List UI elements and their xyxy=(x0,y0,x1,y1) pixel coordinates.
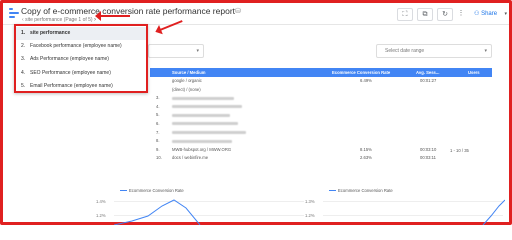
page-menu-item-number: 5. xyxy=(21,82,26,89)
open-in-new-icon[interactable]: ⧉ xyxy=(417,8,433,21)
page-menu-item[interactable]: 5. Email Performance (employee name) xyxy=(16,80,146,93)
row-number: 4. xyxy=(156,103,160,109)
page-menu-item-label: site performance xyxy=(30,30,71,36)
refresh-icon[interactable]: ↻ xyxy=(437,8,453,21)
cell-source-medium: (direct) / (none) xyxy=(172,86,201,92)
cell-conversion-rate: 8.15% xyxy=(360,146,372,152)
date-range-picker[interactable]: Select date range ▾ xyxy=(376,44,492,58)
table-row[interactable]: 5. xyxy=(150,111,492,120)
page-menu-item[interactable]: 4. SEO Performance (employee name) xyxy=(16,67,146,80)
conversion-rate-chart-right: Ecommerce Conversion Rate 1.3% 1.2% xyxy=(305,188,505,225)
more-vert-icon[interactable]: ⋮ xyxy=(455,8,467,21)
drive-icon[interactable]: ⛁ xyxy=(235,7,241,15)
page-menu-item-label: SEO Performance (employee name) xyxy=(30,69,111,76)
fullscreen-icon[interactable]: ⛶ xyxy=(397,8,413,21)
conversion-rate-chart-left: Ecommerce Conversion Rate 1.4% 1.2% xyxy=(96,188,306,225)
series-line xyxy=(482,199,505,225)
dropdown-caret-icon: ▾ xyxy=(196,48,199,54)
share-button[interactable]: ⚇ Share ▾ xyxy=(471,8,507,21)
annotation-arrow xyxy=(95,11,130,21)
legend-line-icon xyxy=(120,190,127,192)
y-tick: 1.3% xyxy=(305,199,315,204)
table-row[interactable]: 9. MWB-hubspot.org / MWW.ORG 8.15% 00:03:10 xyxy=(150,146,492,155)
page-menu-item-label: Facebook performance (employee name) xyxy=(30,43,122,50)
row-number: 9. xyxy=(156,146,160,152)
legend-label: Ecommerce Conversion Rate xyxy=(129,188,184,193)
report-header: Copy of e-commerce conversion rate perfo… xyxy=(3,3,509,25)
redacted-cell xyxy=(172,120,238,129)
cell-source-medium: google / organic xyxy=(172,78,202,83)
table-row[interactable]: 10. docs / webinfire.me 2.63% 00:03:11 xyxy=(150,154,492,163)
table-row[interactable]: 8. xyxy=(150,137,492,146)
page-menu-item-number: 2. xyxy=(21,43,26,50)
table-row[interactable]: 6. xyxy=(150,120,492,129)
table-row[interactable]: (direct) / (none) xyxy=(150,86,492,95)
person-add-icon: ⚇ xyxy=(474,11,480,17)
row-number: 6. xyxy=(156,120,160,126)
page-selector-menu: 1. site performance 2. Facebook performance… xyxy=(14,24,148,93)
cell-avg-session: 00:03:10 xyxy=(420,146,437,152)
page-menu-item-number: 4. xyxy=(21,69,26,76)
redacted-cell xyxy=(172,137,232,146)
y-tick: 1.2% xyxy=(96,213,106,218)
page-menu-item[interactable]: 2. Facebook performance (employee name) xyxy=(16,40,146,53)
row-number: 10. xyxy=(156,155,162,161)
page-menu-item-label: Ads Performance (employee name) xyxy=(30,56,109,63)
cell-source-medium: MWB-hubspot.org / MWW.ORG xyxy=(172,146,232,152)
share-label: Share xyxy=(481,11,498,17)
column-header-users[interactable]: Users xyxy=(468,68,480,77)
table-header: Source / Medium Ecommerce Conversion Rat… xyxy=(150,68,492,77)
dropdown-caret-icon: ▾ xyxy=(484,48,487,54)
date-range-label: Select date range xyxy=(385,48,425,54)
share-dropdown-icon[interactable]: ▾ xyxy=(504,8,507,21)
redacted-cell xyxy=(172,103,242,112)
cell-conversion-rate: 6.49% xyxy=(360,78,372,83)
redacted-cell xyxy=(172,111,230,120)
legend-line-icon xyxy=(329,190,336,192)
chart-legend: Ecommerce Conversion Rate xyxy=(120,188,184,193)
row-number: 8. xyxy=(156,138,160,144)
cell-avg-session: 00:03:11 xyxy=(420,155,436,161)
source-medium-table: Source / Medium Ecommerce Conversion Rat… xyxy=(150,68,492,163)
page-navigator[interactable]: ‹ site performance (Page 1 of 5) › xyxy=(22,17,96,23)
redacted-cell xyxy=(172,129,246,138)
row-number: 5. xyxy=(156,112,160,118)
source-filter-dropdown[interactable]: ▾ xyxy=(148,44,204,58)
y-tick: 1.4% xyxy=(96,199,106,204)
page-menu-item[interactable]: 3. Ads Performance (employee name) xyxy=(16,53,146,66)
table-pagination[interactable]: 1 - 10 / 35 xyxy=(450,148,469,153)
table-row[interactable]: 7. xyxy=(150,129,492,138)
page-menu-item[interactable]: 1. site performance xyxy=(16,27,146,40)
page-menu-item-number: 1. xyxy=(21,30,26,36)
row-number: 7. xyxy=(156,129,160,135)
page-navigator-label: site performance (Page 1 of 5) xyxy=(25,17,93,23)
redacted-cell xyxy=(172,94,234,103)
looker-studio-logo-icon[interactable] xyxy=(9,8,19,20)
column-header-source[interactable]: Source / Medium xyxy=(172,68,206,77)
cell-conversion-rate: 2.63% xyxy=(360,155,372,161)
y-tick: 1.2% xyxy=(305,213,315,218)
table-row[interactable]: 4. xyxy=(150,103,492,112)
table-row[interactable]: 3. xyxy=(150,94,492,103)
row-number: 3. xyxy=(156,95,160,101)
column-header-conversion-rate[interactable]: Ecommerce Conversion Rate xyxy=(332,68,390,77)
series-line xyxy=(114,199,201,225)
table-row[interactable]: google / organic 6.49% 00:01:27 xyxy=(150,77,492,86)
chart-legend: Ecommerce Conversion Rate xyxy=(329,188,393,193)
column-header-avg-session[interactable]: Avg. Sess... xyxy=(416,68,439,77)
page-menu-item-number: 3. xyxy=(21,56,26,63)
legend-label: Ecommerce Conversion Rate xyxy=(338,188,393,193)
cell-source-medium: docs / webinfire.me xyxy=(172,155,209,161)
page-menu-item-label: Email Performance (employee name) xyxy=(30,82,113,89)
cell-avg-session: 00:01:27 xyxy=(420,78,437,83)
